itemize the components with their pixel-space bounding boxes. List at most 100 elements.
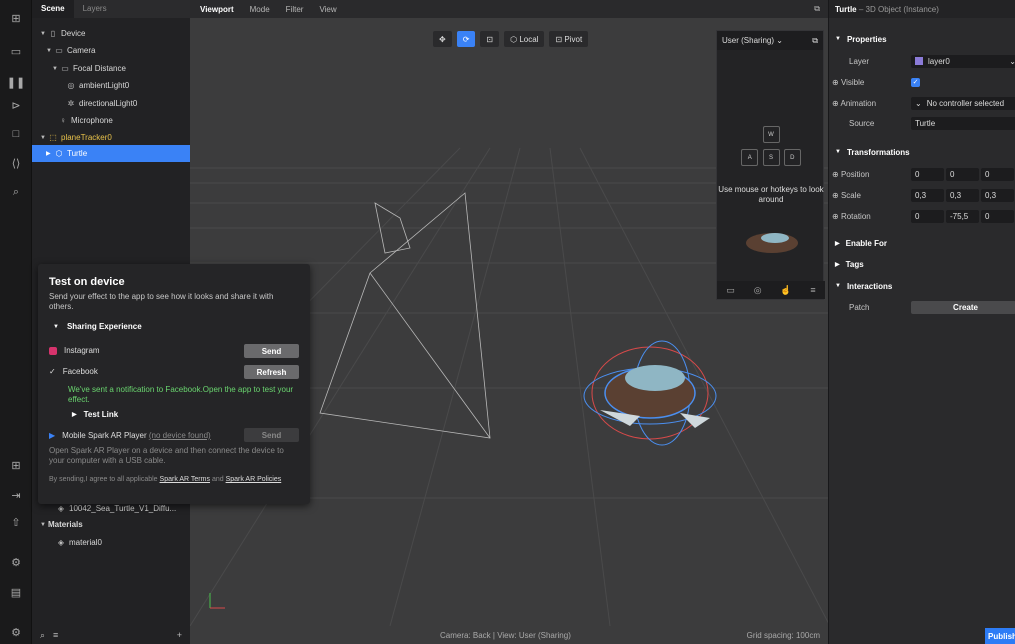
camera-icon[interactable]: ▭ — [8, 43, 24, 59]
section-enable-for[interactable]: ▶ Enable For — [829, 233, 1015, 253]
external-link-icon[interactable]: ⧉ — [812, 36, 818, 46]
chevron-down-icon[interactable]: ▼ — [46, 48, 54, 54]
settings-icon[interactable]: ⚙ — [8, 624, 24, 640]
touch-icon[interactable]: ☝ — [780, 285, 791, 296]
position-x[interactable]: 0 — [911, 167, 944, 181]
check-icon: ✓ — [49, 367, 56, 376]
upload-icon[interactable]: ⇧ — [8, 514, 24, 530]
menu-mode[interactable]: Mode — [250, 5, 270, 14]
add-key-icon[interactable]: ⊕ — [832, 170, 841, 179]
send-instagram-button[interactable]: Send — [244, 344, 299, 358]
position-label-wrap: ⊕ Position — [829, 170, 911, 179]
ambient-light-icon: ◎ — [67, 81, 75, 90]
chevron-down-icon[interactable]: ▼ — [40, 522, 48, 528]
asset-materials[interactable]: ▼ Materials — [32, 516, 190, 533]
terms-link[interactable]: Spark AR Terms — [160, 476, 210, 483]
menu-icon[interactable]: ≡ — [810, 285, 815, 295]
sharing-experience-header[interactable]: ▼ Sharing Experience — [49, 322, 299, 331]
test-link-row[interactable]: ▶ Test Link — [72, 410, 299, 419]
camera-icon[interactable]: ▭ — [726, 285, 735, 296]
scale-tool[interactable]: ⊡ — [480, 31, 500, 47]
stop-icon[interactable]: □ — [8, 126, 24, 142]
tab-scene[interactable]: Scene — [32, 0, 74, 18]
rotation-x[interactable]: 0 — [911, 209, 944, 223]
section-transformations[interactable]: ▼ Transformations — [829, 142, 1015, 162]
menu-view[interactable]: View — [319, 5, 336, 14]
animation-select[interactable]: ⌄ No controller selected — [911, 96, 1015, 110]
position-y[interactable]: 0 — [946, 167, 979, 181]
tree-label: Focal Distance — [73, 64, 126, 73]
chevron-right-icon[interactable]: ▶ — [46, 150, 54, 157]
position-label: Position — [840, 169, 870, 179]
tree-directional-light[interactable]: ✲ directionalLight0 — [32, 95, 190, 112]
screenshot-icon[interactable]: ◎ — [754, 285, 762, 296]
create-patch-button[interactable]: Create — [911, 300, 1015, 314]
rotate-tool[interactable]: ⟳ — [456, 31, 476, 47]
add-key-icon[interactable]: ⊕ — [832, 191, 841, 200]
rotation-z[interactable]: 0 — [981, 209, 1014, 223]
scale-z[interactable]: 0,3 — [981, 188, 1014, 202]
section-interactions[interactable]: ▼ Interactions — [829, 276, 1015, 296]
code-icon[interactable]: ⟨⟩ — [8, 155, 24, 171]
simulator-preview[interactable]: User (Sharing) ⌄ ⧉ W A S D Use mouse or … — [716, 30, 825, 300]
local-toggle[interactable]: ⬡ Local — [504, 31, 545, 47]
directional-light-icon: ✲ — [67, 99, 75, 108]
app-root: ⊞ ▭ ❚❚ ⊳ □ ⟨⟩ ⌕ ⊞ ⇥ ⇧ ⚙ ▤ ⚙ Scene Layers… — [0, 0, 1015, 644]
rotation-y[interactable]: -75,5 — [946, 209, 979, 223]
send-mobile-button[interactable]: Send — [244, 428, 299, 442]
key-row-bottom: A S D — [717, 149, 825, 166]
tree-ambient-light[interactable]: ◎ ambientLight0 — [32, 77, 190, 94]
tab-layers[interactable]: Layers — [74, 0, 116, 18]
no-device-link[interactable]: (no device found) — [149, 431, 211, 440]
tree-plane-tracker[interactable]: ▼ ⬚ planeTracker0 — [32, 129, 190, 146]
skip-icon[interactable]: ⊳ — [8, 97, 24, 113]
tree-turtle[interactable]: ▶ ⬡ Turtle — [32, 145, 190, 162]
add-key-icon[interactable]: ⊕ — [832, 78, 841, 87]
section-label: Tags — [845, 259, 864, 269]
refresh-button[interactable]: Refresh — [244, 365, 299, 379]
layout-icon[interactable]: ⊞ — [8, 10, 24, 26]
bug-icon[interactable]: ⚙ — [8, 554, 24, 570]
chevron-down-icon: ▼ — [53, 323, 59, 330]
move-tool[interactable]: ✥ — [433, 31, 452, 47]
visible-checkbox[interactable]: ✓ — [911, 77, 920, 87]
tree-device[interactable]: ▼ ▯ Device — [32, 25, 190, 42]
tree-camera[interactable]: ▼ ▭ Camera — [32, 42, 190, 59]
publish-button[interactable]: Publish — [985, 628, 1015, 644]
menu-filter[interactable]: Filter — [286, 5, 304, 14]
search-icon[interactable]: ⌕ — [8, 184, 24, 200]
library-icon[interactable]: ▤ — [8, 584, 24, 600]
section-properties[interactable]: ▼ Properties — [829, 29, 1015, 49]
policies-link[interactable]: Spark AR Policies — [226, 476, 282, 483]
terms-text: By sending,I agree to all applicable Spa… — [49, 475, 299, 484]
tree-focal-distance[interactable]: ▼ ▭ Focal Distance — [32, 60, 190, 77]
scale-y[interactable]: 0,3 — [946, 188, 979, 202]
chevron-down-icon[interactable]: ▼ — [40, 135, 48, 141]
position-z[interactable]: 0 — [981, 167, 1014, 181]
source-field[interactable]: Turtle — [911, 116, 1015, 130]
pivot-toggle[interactable]: ⊡ Pivot — [549, 31, 589, 47]
preview-view-select[interactable]: User (Sharing) ⌄ — [722, 36, 783, 45]
menu-viewport[interactable]: Viewport — [200, 5, 234, 14]
section-tags[interactable]: ▶ Tags — [829, 254, 1015, 274]
chevron-down-icon[interactable]: ▼ — [40, 31, 48, 37]
external-link-icon[interactable]: ⧉ — [814, 4, 820, 14]
add-button[interactable]: + — [177, 630, 182, 640]
search-icon[interactable]: ⌕ — [40, 630, 45, 641]
layer-select[interactable]: layer0 ⌄ — [911, 54, 1015, 68]
test-device-icon[interactable]: ⇥ — [8, 487, 24, 503]
tree-microphone[interactable]: ♀ Microphone — [32, 112, 190, 129]
filter-icon[interactable]: ≡ — [53, 630, 58, 640]
camera-icon: ▭ — [55, 46, 63, 55]
add-icon[interactable]: ⊞ — [8, 457, 24, 473]
turtle-model[interactable] — [583, 340, 717, 446]
pause-icon[interactable]: ❚❚ — [7, 74, 25, 90]
key-row-top: W — [717, 126, 825, 143]
asset-material[interactable]: ◈ material0 — [32, 534, 190, 551]
chevron-down-icon[interactable]: ▼ — [52, 66, 60, 72]
add-key-icon[interactable]: ⊕ — [832, 212, 841, 221]
scale-x[interactable]: 0,3 — [911, 188, 944, 202]
microphone-icon: ♀ — [60, 116, 66, 125]
focal-icon: ▭ — [61, 64, 69, 73]
chevron-right-icon: ▶ — [72, 412, 77, 418]
